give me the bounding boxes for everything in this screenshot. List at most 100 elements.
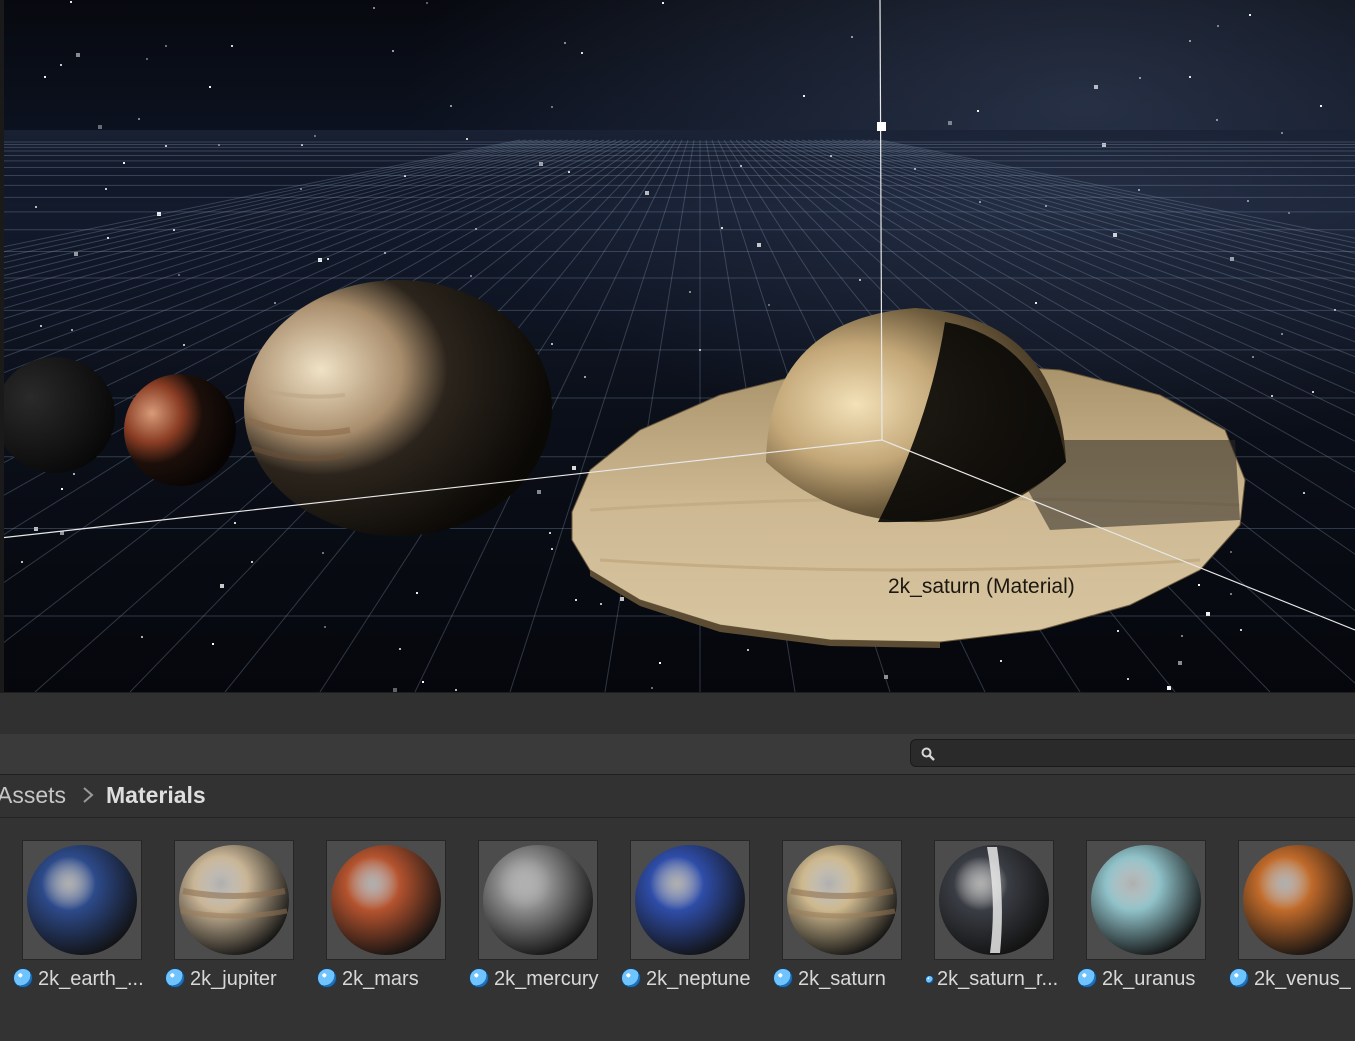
star: [600, 603, 602, 605]
star: [71, 329, 73, 331]
material-thumbnail[interactable]: [934, 840, 1054, 960]
dark-planet: [0, 357, 115, 473]
scene-left-border: [0, 0, 4, 692]
asset-item[interactable]: 2k_jupiter: [152, 840, 304, 1000]
material-thumbnail[interactable]: [326, 840, 446, 960]
star: [1303, 492, 1305, 494]
asset-label: 2k_mars: [318, 968, 419, 994]
star: [1035, 302, 1037, 304]
star: [1252, 356, 1254, 358]
star: [327, 258, 329, 260]
asset-name: 2k_neptune: [646, 968, 751, 990]
star: [44, 76, 46, 78]
star: [146, 58, 148, 60]
asset-name: 2k_mercury: [494, 968, 599, 990]
star: [1281, 132, 1283, 134]
star: [1102, 143, 1106, 147]
asset-label: 2k_neptune: [622, 968, 751, 994]
sphere-preview: [179, 845, 289, 955]
star: [1139, 77, 1141, 79]
asset-name: 2k_mars: [342, 968, 419, 990]
asset-label: 2k_jupiter: [166, 968, 277, 994]
star: [220, 584, 224, 588]
asset-item[interactable]: 2k_saturn: [760, 840, 912, 1000]
star: [1000, 660, 1002, 662]
star: [1178, 661, 1182, 665]
star: [21, 561, 23, 563]
asset-label: 2k_saturn_r...: [926, 968, 1058, 994]
star: [466, 138, 468, 140]
star: [551, 548, 553, 550]
star: [1320, 105, 1322, 107]
asset-name: 2k_jupiter: [190, 968, 277, 990]
sphere-preview: [483, 845, 593, 955]
star: [61, 488, 63, 490]
star: [1189, 40, 1191, 42]
asset-item[interactable]: 2k_saturn_r...: [912, 840, 1064, 1000]
star: [1281, 333, 1283, 335]
star: [74, 252, 78, 256]
star: [1138, 189, 1140, 191]
material-thumbnail[interactable]: [1086, 840, 1206, 960]
sphere-preview: [1091, 845, 1201, 955]
breadcrumb-materials[interactable]: Materials: [106, 782, 206, 809]
panel-divider: [0, 692, 1355, 736]
sphere-preview: [331, 845, 441, 955]
star: [564, 42, 566, 44]
star: [977, 110, 979, 112]
star: [721, 227, 723, 229]
hover-tooltip: 2k_saturn (Material): [888, 575, 1075, 598]
asset-name: 2k_earth_...: [38, 968, 144, 990]
star: [659, 662, 661, 664]
star: [551, 106, 553, 108]
material-icon: [470, 969, 488, 987]
material-thumbnail[interactable]: [478, 840, 598, 960]
chevron-right-icon: [83, 787, 94, 803]
material-thumbnail[interactable]: [22, 840, 142, 960]
asset-item[interactable]: 2k_mercury: [456, 840, 608, 1000]
material-thumbnail[interactable]: [174, 840, 294, 960]
star: [123, 162, 125, 164]
star: [851, 36, 853, 38]
star: [251, 561, 253, 563]
asset-item[interactable]: 2k_earth_...: [0, 840, 152, 1000]
star: [803, 95, 805, 97]
material-icon: [774, 969, 792, 987]
sphere-preview: [787, 845, 897, 955]
star: [426, 2, 428, 4]
asset-label: 2k_mercury: [470, 968, 598, 994]
star: [537, 490, 541, 494]
asset-item[interactable]: 2k_mars: [304, 840, 456, 1000]
star: [138, 118, 140, 120]
star: [689, 291, 691, 293]
asset-name: 2k_saturn_r...: [937, 968, 1059, 990]
star: [212, 643, 214, 645]
star: [572, 466, 576, 470]
project-toolbar: [0, 734, 1355, 775]
asset-item[interactable]: 2k_neptune: [608, 840, 760, 1000]
star: [416, 592, 418, 594]
star: [98, 125, 102, 129]
asset-item[interactable]: 2k_uranus: [1064, 840, 1216, 1000]
star: [105, 188, 107, 190]
star: [209, 86, 211, 88]
star: [1206, 612, 1210, 616]
asset-item[interactable]: 2k_venus_: [1216, 840, 1355, 1000]
jupiter-planet: [244, 280, 552, 536]
search-field[interactable]: [910, 739, 1355, 767]
breadcrumb-assets[interactable]: Assets: [0, 782, 66, 809]
star: [948, 121, 952, 125]
star: [1216, 119, 1218, 121]
star: [274, 302, 276, 304]
material-icon: [926, 976, 933, 983]
star: [1240, 629, 1242, 631]
scene-canvas[interactable]: [0, 0, 1355, 692]
scene-view[interactable]: 2k_saturn (Material): [0, 0, 1355, 692]
material-thumbnail[interactable]: [782, 840, 902, 960]
star: [662, 2, 664, 4]
search-input[interactable]: [945, 743, 1349, 765]
star: [859, 279, 861, 281]
asset-name: 2k_venus_: [1254, 968, 1351, 990]
material-thumbnail[interactable]: [1238, 840, 1355, 960]
material-thumbnail[interactable]: [630, 840, 750, 960]
